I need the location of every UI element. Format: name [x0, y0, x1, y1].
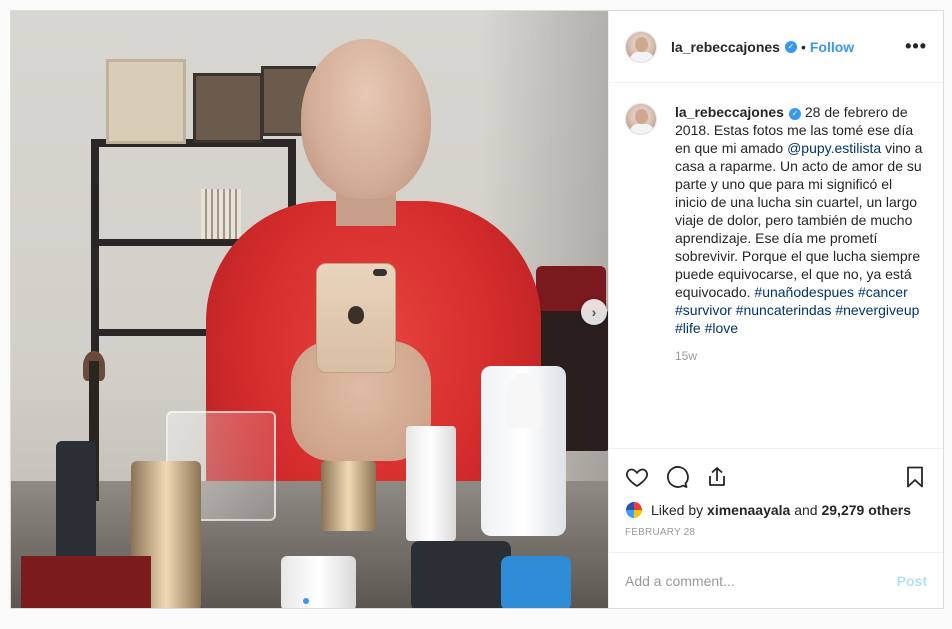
likes-count-link[interactable]: 29,279 others: [821, 502, 911, 518]
photo-spray-cap: [506, 373, 541, 428]
hashtag-link[interactable]: #life: [675, 320, 701, 336]
post-photo[interactable]: ›: [11, 11, 608, 608]
caption-username[interactable]: la_rebeccajones: [675, 104, 784, 120]
share-button[interactable]: [705, 457, 745, 497]
photo-white-tube: [406, 426, 456, 541]
carousel-dots: [303, 598, 319, 604]
photo-dark-bottle: [56, 441, 96, 561]
actions-section: Liked by ximenaayala and 29,279 others F…: [609, 448, 943, 552]
hashtag-link[interactable]: #cancer: [858, 284, 908, 300]
likes-middle: and: [794, 502, 818, 518]
photo-head: [301, 39, 431, 199]
mention-link[interactable]: @pupy.estilista: [787, 140, 881, 156]
photo-phone-logo: [348, 306, 364, 324]
caption-timestamp[interactable]: 15w: [675, 349, 927, 363]
carousel-next-button[interactable]: ›: [581, 299, 607, 325]
chevron-right-icon: ›: [591, 304, 597, 320]
avatar[interactable]: [625, 30, 657, 63]
post-comment-button[interactable]: Post: [897, 573, 927, 589]
bookmark-icon: [907, 466, 923, 488]
hashtag-link[interactable]: #love: [705, 320, 738, 336]
add-comment-section: Post: [609, 552, 943, 608]
likes-summary: Liked by ximenaayala and 29,279 others: [625, 501, 927, 519]
username-link[interactable]: la_rebeccajones: [671, 39, 780, 55]
photo-red-box: [21, 556, 151, 608]
carousel-dot-active: [303, 598, 309, 604]
photo-dark-jar: [411, 541, 511, 608]
caption-avatar-wrap: [625, 103, 657, 337]
comment-button[interactable]: [665, 457, 705, 497]
photo-frame: [193, 73, 263, 143]
photo-books: [201, 189, 241, 239]
post-date[interactable]: FEBRUARY 28: [625, 527, 927, 538]
hashtag-link[interactable]: #nuncaterindas: [736, 302, 832, 318]
likes-prefix: Liked by: [651, 502, 704, 518]
caption-row: la_rebeccajones ✓ 28 de febrero de 2018. …: [625, 103, 927, 337]
hashtag-link[interactable]: #unañodespues: [754, 284, 854, 300]
hashtag-link[interactable]: #survivor: [675, 302, 732, 318]
liker-username[interactable]: ximenaayala: [707, 502, 790, 518]
avatar[interactable]: [625, 103, 657, 135]
comment-icon: [667, 466, 689, 488]
photo-gold-jar: [321, 461, 376, 531]
comment-input[interactable]: [625, 572, 897, 589]
photo-phone-camera: [373, 269, 387, 276]
heart-icon: [626, 468, 648, 488]
share-icon: [709, 467, 725, 486]
more-options-icon[interactable]: •••: [905, 36, 927, 57]
separator-dot: •: [800, 38, 806, 55]
verified-badge-icon: ✓: [788, 108, 801, 120]
avatar[interactable]: [625, 501, 643, 519]
like-button[interactable]: [625, 457, 665, 497]
carousel-dot: [313, 598, 319, 604]
photo-frame: [106, 59, 186, 144]
verified-badge-icon: ✓: [784, 40, 797, 53]
post-card: › la_rebeccajones ✓ • Follow ••• la_rebe…: [10, 10, 944, 609]
caption-body: vino a casa a raparme. Un acto de amor d…: [675, 140, 923, 300]
hashtag-link[interactable]: #nevergiveup: [835, 302, 919, 318]
comments-area: la_rebeccajones ✓ 28 de febrero de 2018. …: [609, 83, 943, 448]
caption-text: la_rebeccajones ✓ 28 de febrero de 2018. …: [675, 103, 927, 337]
action-icons: [625, 457, 927, 497]
follow-button[interactable]: Follow: [810, 39, 854, 55]
post-sidebar: la_rebeccajones ✓ • Follow ••• la_rebecc…: [608, 11, 943, 608]
save-button[interactable]: [887, 457, 927, 497]
photo-blue-cap: [501, 556, 571, 608]
post-header: la_rebeccajones ✓ • Follow •••: [609, 11, 943, 83]
